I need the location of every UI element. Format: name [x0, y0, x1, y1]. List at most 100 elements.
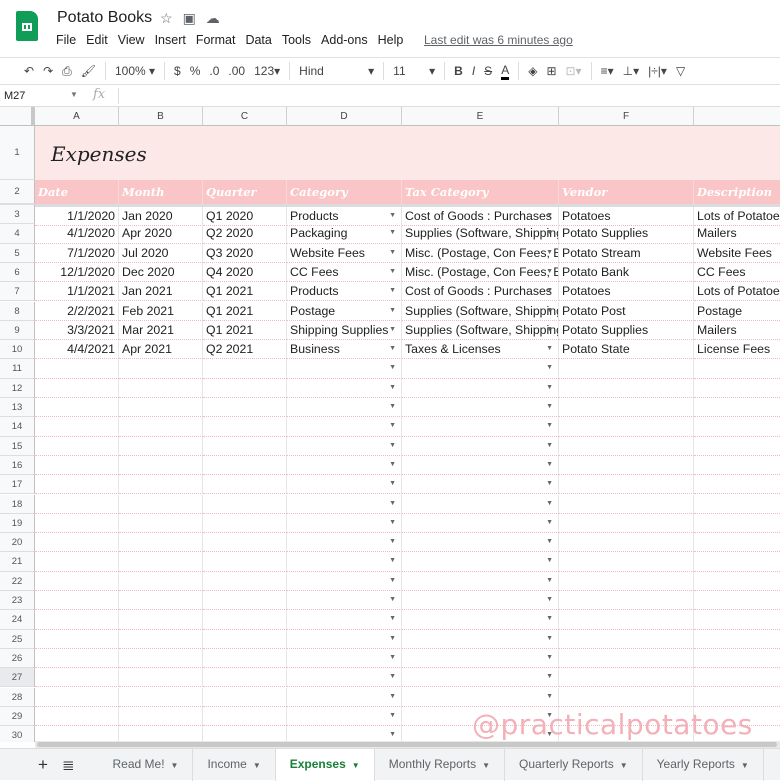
cell[interactable]: Products ▼	[287, 282, 402, 302]
cell[interactable]: ▼	[402, 398, 559, 418]
dropdown-arrow-icon[interactable]: ▼	[546, 340, 553, 358]
cell[interactable]: ▼	[287, 687, 402, 707]
row-header[interactable]: 4	[0, 224, 35, 244]
cell[interactable]: ▼	[402, 610, 559, 630]
cell[interactable]: 1/1/2021	[35, 282, 119, 302]
header-cell[interactable]: Date	[35, 180, 119, 204]
cell[interactable]: CC Fees	[694, 263, 780, 283]
dropdown-arrow-icon[interactable]: ▼	[546, 263, 553, 281]
tab-monthly-reports[interactable]: Monthly Reports ▼	[375, 748, 506, 781]
cell[interactable]: 4/4/2021	[35, 340, 119, 360]
row-header[interactable]: 10	[0, 340, 35, 360]
dropdown-arrow-icon[interactable]: ▼	[546, 417, 553, 435]
cell[interactable]	[119, 378, 203, 398]
sheets-logo[interactable]	[16, 11, 38, 41]
dropdown-arrow-icon[interactable]: ▼	[546, 321, 553, 339]
cell[interactable]: Business ▼	[287, 340, 402, 360]
dropdown-arrow-icon[interactable]: ▼	[546, 282, 553, 300]
cell[interactable]	[35, 513, 119, 534]
cell[interactable]: Website Fees ▼	[287, 243, 402, 263]
cell[interactable]	[559, 494, 694, 514]
cell[interactable]: License Fees	[694, 340, 780, 360]
column-header-D[interactable]: D	[287, 107, 402, 126]
row-header[interactable]: 7	[0, 282, 35, 302]
redo-icon[interactable]: ↷	[43, 64, 53, 78]
dropdown-arrow-icon[interactable]: ▼	[389, 649, 396, 667]
fill-color-icon[interactable]: ◈	[528, 64, 537, 78]
cell[interactable]	[35, 726, 119, 742]
dropdown-arrow-icon[interactable]: ▼	[389, 244, 396, 262]
cell[interactable]: Q2 2020	[203, 224, 287, 244]
cell[interactable]: 3/3/2021	[35, 320, 119, 341]
cell[interactable]	[694, 668, 780, 688]
sheet-title-cell[interactable]: Expenses	[35, 126, 780, 180]
dropdown-arrow-icon[interactable]: ▼	[546, 302, 553, 320]
tab-income[interactable]: Income ▼	[193, 748, 276, 781]
cell[interactable]	[694, 495, 780, 514]
cell[interactable]: ▼	[287, 726, 402, 742]
cell[interactable]	[694, 610, 780, 630]
dropdown-arrow-icon[interactable]: ▼	[389, 668, 396, 686]
cell[interactable]: ▼	[402, 687, 559, 707]
dropdown-arrow-icon[interactable]: ▼	[389, 572, 396, 590]
dropdown-arrow-icon[interactable]: ▼	[546, 475, 553, 493]
dropdown-arrow-icon[interactable]: ▼	[546, 610, 553, 628]
paint-format-icon[interactable]: 🖌	[81, 64, 96, 78]
cell[interactable]	[203, 378, 287, 398]
dropdown-arrow-icon[interactable]: ▼	[389, 514, 396, 532]
align-vertical-icon[interactable]: ⊥▾	[623, 64, 639, 78]
cell[interactable]: Mailers	[694, 321, 780, 341]
cell[interactable]	[559, 591, 694, 611]
header-cell[interactable]: Quarter	[203, 180, 287, 204]
cell[interactable]: Dec 2020	[119, 262, 203, 283]
cell[interactable]	[694, 688, 780, 707]
cell[interactable]	[203, 687, 287, 707]
dropdown-arrow-icon[interactable]: ▼	[546, 591, 553, 609]
cell[interactable]	[119, 687, 203, 707]
cell[interactable]	[35, 591, 119, 611]
cell[interactable]	[35, 629, 119, 649]
currency-button[interactable]: $	[174, 64, 181, 78]
cell[interactable]	[203, 571, 287, 591]
cell[interactable]	[35, 436, 119, 456]
name-box-dropdown-icon[interactable]: ▼	[70, 90, 78, 99]
menu-view[interactable]: View	[118, 33, 145, 47]
cell[interactable]	[203, 475, 287, 495]
row-header[interactable]: 22	[0, 571, 35, 591]
cell[interactable]: ▼	[287, 533, 402, 553]
print-icon[interactable]: ⎙	[62, 64, 72, 79]
cell[interactable]: Potatoes	[559, 282, 694, 302]
cell[interactable]	[559, 378, 694, 398]
percent-button[interactable]: %	[190, 64, 201, 78]
header-cell[interactable]: Description	[694, 180, 780, 204]
cell[interactable]	[203, 436, 287, 456]
move-folder-icon[interactable]: ▣	[183, 10, 196, 27]
cell[interactable]: ▼	[287, 359, 402, 379]
cell[interactable]	[119, 552, 203, 572]
dropdown-arrow-icon[interactable]: ▼	[546, 495, 553, 513]
dropdown-arrow-icon[interactable]: ▼	[389, 359, 396, 377]
cell[interactable]: ▼	[402, 552, 559, 572]
cell[interactable]	[35, 552, 119, 572]
cell[interactable]	[203, 610, 287, 630]
cell[interactable]: ▼	[402, 533, 559, 553]
cell[interactable]	[203, 513, 287, 534]
cell[interactable]	[203, 648, 287, 669]
cell[interactable]	[119, 648, 203, 669]
cell[interactable]	[35, 668, 119, 688]
row-header[interactable]: 14	[0, 417, 35, 437]
cell[interactable]	[559, 436, 694, 456]
row-header[interactable]: 6	[0, 262, 35, 283]
cell[interactable]: ▼	[287, 494, 402, 514]
menu-insert[interactable]: Insert	[155, 33, 186, 47]
cell[interactable]	[694, 456, 780, 476]
cell[interactable]	[119, 610, 203, 630]
cell[interactable]	[119, 726, 203, 742]
cell[interactable]: ▼	[287, 706, 402, 727]
tab-quarterly-reports[interactable]: Quarterly Reports ▼	[505, 748, 643, 781]
dropdown-arrow-icon[interactable]: ▼	[389, 379, 396, 397]
menu-data[interactable]: Data	[245, 33, 271, 47]
cell[interactable]: ▼	[287, 398, 402, 418]
cell[interactable]: Misc. (Postage, Con Fees, Bank▼	[402, 243, 559, 263]
cell[interactable]	[694, 630, 780, 649]
